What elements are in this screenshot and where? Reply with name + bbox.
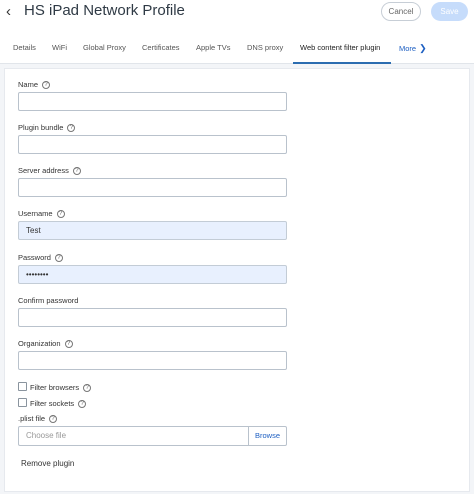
tab-wifi[interactable]: WiFi <box>52 36 67 64</box>
filter-sockets-label: Filter sockets <box>30 399 75 408</box>
plist-file-label: .plist file? <box>18 414 58 423</box>
plugin-bundle-label-text: Plugin bundle <box>18 123 64 132</box>
password-field[interactable]: •••••••• <box>18 265 287 284</box>
organization-label-text: Organization <box>18 339 61 348</box>
save-button[interactable]: Save <box>431 2 468 21</box>
plist-file-input[interactable]: Choose file Browse <box>18 426 287 446</box>
page-title: HS iPad Network Profile <box>24 2 185 19</box>
organization-label: Organization? <box>18 339 73 348</box>
tab-global-proxy[interactable]: Global Proxy <box>83 36 126 64</box>
filter-sockets-row: Filter sockets? <box>18 398 87 408</box>
server-address-label: Server address? <box>18 166 81 175</box>
help-icon[interactable]: ? <box>78 400 87 408</box>
server-address-field[interactable] <box>18 178 287 197</box>
confirm-password-field[interactable] <box>18 308 287 327</box>
remove-plugin-button[interactable]: Remove plugin <box>21 459 74 468</box>
chevron-left-icon[interactable]: ‹ <box>6 4 20 19</box>
tab-more-label: More <box>399 44 417 53</box>
browse-button[interactable]: Browse <box>248 427 286 445</box>
plugin-bundle-label: Plugin bundle? <box>18 123 76 132</box>
cancel-button[interactable]: Cancel <box>381 2 421 21</box>
plist-file-label-text: .plist file <box>18 414 46 423</box>
tab-bar: Details WiFi Global Proxy Certificates A… <box>0 36 474 64</box>
tab-certificates[interactable]: Certificates <box>142 36 180 64</box>
filter-browsers-label: Filter browsers <box>30 383 80 392</box>
page-header: ‹ HS iPad Network Profile Cancel Save <box>0 0 474 36</box>
plugin-bundle-field[interactable] <box>18 135 287 154</box>
password-label: Password? <box>18 253 63 262</box>
username-label-text: Username <box>18 209 53 218</box>
help-icon[interactable]: ? <box>67 124 76 132</box>
username-label: Username? <box>18 209 65 218</box>
tab-apple-tvs[interactable]: Apple TVs <box>196 36 230 64</box>
password-label-text: Password <box>18 253 51 262</box>
help-icon[interactable]: ? <box>64 340 73 348</box>
name-label-text: Name <box>18 80 39 89</box>
server-address-label-text: Server address <box>18 166 69 175</box>
filter-browsers-row: Filter browsers? <box>18 382 92 392</box>
help-icon[interactable]: ? <box>49 415 58 423</box>
help-icon[interactable]: ? <box>42 81 51 89</box>
help-icon[interactable]: ? <box>54 254 63 262</box>
choose-file-placeholder: Choose file <box>26 431 67 440</box>
help-icon[interactable]: ? <box>72 167 81 175</box>
organization-field[interactable] <box>18 351 287 370</box>
filter-browsers-checkbox[interactable] <box>18 382 27 391</box>
help-icon[interactable]: ? <box>83 384 92 392</box>
tab-web-content-filter-plugin[interactable]: Web content filter plugin <box>293 36 391 64</box>
confirm-password-label: Confirm password <box>18 296 79 305</box>
name-field[interactable] <box>18 92 287 111</box>
username-field[interactable]: Test <box>18 221 287 240</box>
name-label: Name? <box>18 80 51 89</box>
tab-details[interactable]: Details <box>13 36 36 64</box>
tab-dns-proxy[interactable]: DNS proxy <box>247 36 283 64</box>
help-icon[interactable]: ? <box>56 210 65 218</box>
tab-more[interactable]: More ❯ <box>399 36 427 64</box>
filter-sockets-checkbox[interactable] <box>18 398 27 407</box>
chevron-right-icon: ❯ <box>419 43 427 53</box>
